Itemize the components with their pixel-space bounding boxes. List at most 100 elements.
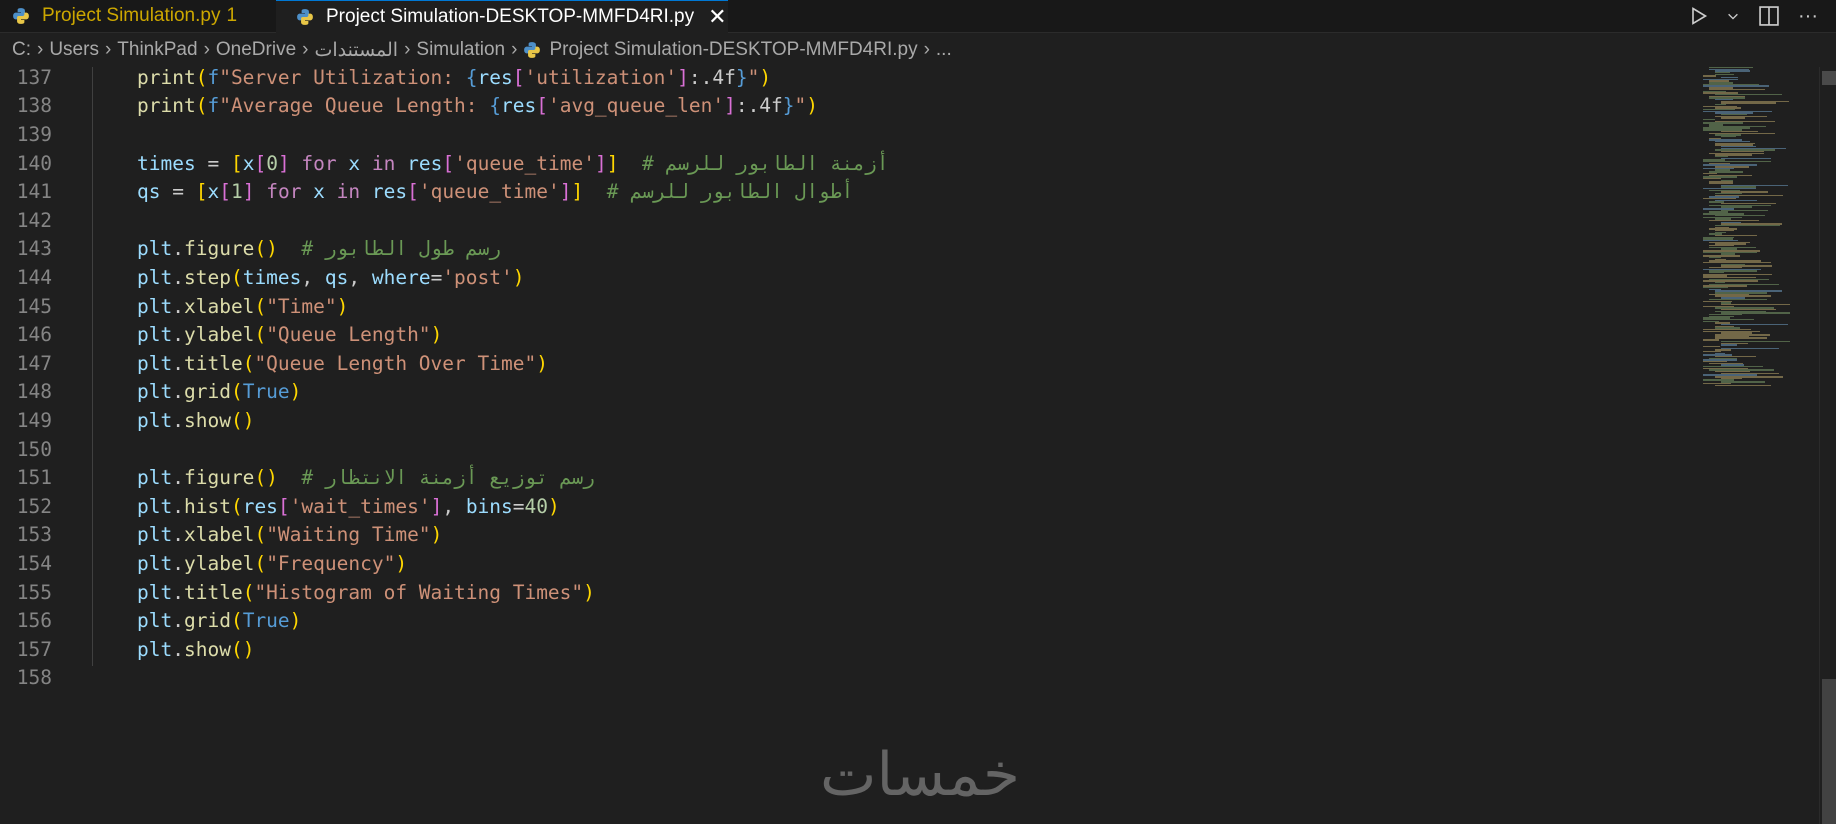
code-token: . — [172, 551, 184, 575]
code-line[interactable]: 158 — [0, 664, 1700, 693]
minimap-line — [1721, 135, 1736, 138]
code-token: title — [183, 351, 243, 375]
code-token: plt — [137, 237, 173, 261]
line-number: 149 — [16, 408, 52, 432]
code-token: 'utilization' — [524, 65, 678, 89]
code-token: plt — [137, 580, 173, 604]
line-number: 145 — [16, 294, 52, 318]
code-token: = — [160, 180, 196, 204]
code-line[interactable]: 138 print(f"Average Queue Length: {res['a… — [0, 92, 1700, 121]
code-token: ) — [512, 265, 525, 289]
code-token: 'post' — [442, 265, 513, 289]
tab-project-simulation-desktop[interactable]: Project Simulation-DESKTOP-MMFD4RI.py ✕ — [276, 0, 728, 33]
chevron-right-icon: › — [511, 39, 518, 60]
code-token: = — [195, 151, 231, 175]
code-token: "Frequency" — [266, 551, 396, 575]
code-line[interactable]: 142 — [0, 206, 1700, 235]
breadcrumb-item[interactable]: Simulation — [416, 39, 505, 61]
code-token: plt — [137, 294, 173, 318]
tab-label: Project Simulation.py — [42, 5, 221, 26]
play-icon[interactable] — [1688, 6, 1708, 26]
breadcrumb-item[interactable]: ThinkPad — [117, 39, 197, 61]
editor-actions: ··· — [1688, 0, 1836, 32]
code-line[interactable]: 140 times = [x[0] for x in res['queue_tim… — [0, 149, 1700, 178]
code-token: # أطوال الطابور للرسم — [583, 180, 854, 204]
code-token: ) — [430, 323, 443, 347]
code-token: ( — [230, 380, 243, 404]
code-line[interactable]: 144 plt.step(times, qs, where='post') — [0, 263, 1700, 292]
code-token: . — [172, 580, 184, 604]
chevron-right-icon: › — [404, 39, 411, 60]
code-token: ] — [606, 151, 619, 175]
code-token: print — [137, 65, 196, 89]
code-token: [ — [254, 151, 267, 175]
code-token: True — [242, 380, 290, 404]
line-number: 150 — [16, 437, 52, 461]
code-token: , — [301, 265, 325, 289]
code-text: print(f"Average Queue Length: {res['avg_… — [137, 94, 818, 117]
chevron-right-icon: › — [37, 39, 44, 60]
code-line[interactable]: 149 plt.show() — [0, 406, 1700, 435]
code-token: plt — [137, 609, 173, 633]
code-line[interactable]: 151 plt.figure() # رسم توزيع أزمنة الانتظ… — [0, 463, 1700, 492]
code-line[interactable]: 155 plt.title("Histogram of Waiting Times… — [0, 578, 1700, 607]
minimap[interactable] — [1703, 67, 1819, 387]
breadcrumb-item[interactable]: Users — [49, 39, 99, 61]
more-actions-icon[interactable]: ··· — [1798, 5, 1818, 28]
code-token: ( — [254, 294, 267, 318]
split-editor-icon[interactable] — [1758, 5, 1780, 27]
line-number: 146 — [16, 323, 52, 347]
breadcrumb-item[interactable]: Project Simulation-DESKTOP-MMFD4RI.py — [549, 39, 917, 61]
code-line[interactable]: 148 plt.grid(True) — [0, 378, 1700, 407]
code-line[interactable]: 141 qs = [x[1] for x in res['queue_time']… — [0, 177, 1700, 206]
close-icon[interactable]: ✕ — [708, 4, 726, 30]
code-token: plt — [137, 323, 173, 347]
watermark-logo: خمسات — [819, 740, 1021, 810]
vertical-scrollbar[interactable] — [1819, 67, 1836, 824]
line-number: 140 — [16, 151, 52, 175]
code-line[interactable]: 147 plt.title("Queue Length Over Time") — [0, 349, 1700, 378]
code-line[interactable]: 146 plt.ylabel("Queue Length") — [0, 320, 1700, 349]
code-text: plt.show() — [137, 638, 254, 661]
code-editor[interactable]: 137 print(f"Server Utilization: {res['uti… — [0, 66, 1700, 824]
code-line[interactable]: 154 plt.ylabel("Frequency") — [0, 549, 1700, 578]
minimap-line — [1715, 384, 1772, 386]
code-token: step — [183, 265, 231, 289]
code-line[interactable]: 143 plt.figure() # رسم طول الطابور — [0, 235, 1700, 264]
code-token: ) — [289, 609, 302, 633]
code-token: "Histogram of Waiting Times" — [254, 580, 584, 604]
code-line[interactable]: 156 plt.grid(True) — [0, 606, 1700, 635]
line-number: 154 — [16, 551, 52, 575]
code-line[interactable]: 145 plt.xlabel("Time") — [0, 292, 1700, 321]
code-line[interactable]: 137 print(f"Server Utilization: {res['uti… — [0, 63, 1700, 92]
line-number: 147 — [16, 351, 52, 375]
breadcrumb-item[interactable]: ... — [936, 39, 952, 61]
code-token: plt — [137, 380, 173, 404]
python-file-icon — [13, 8, 29, 24]
scrollbar-thumb[interactable] — [1822, 679, 1836, 824]
line-number: 139 — [16, 122, 52, 146]
code-token: () — [254, 237, 278, 261]
code-line[interactable]: 139 — [0, 120, 1700, 149]
code-token: "Queue Length Over Time" — [254, 351, 537, 375]
code-token: ] — [277, 151, 290, 175]
code-token: ] — [594, 151, 607, 175]
code-token: bins — [465, 494, 513, 518]
python-file-icon — [524, 42, 541, 58]
code-line[interactable]: 152 plt.hist(res['wait_times'], bins=40) — [0, 492, 1700, 521]
code-line[interactable]: 153 plt.xlabel("Waiting Time") — [0, 521, 1700, 550]
breadcrumb-item[interactable]: المستندات — [314, 39, 398, 62]
tab-project-simulation[interactable]: Project Simulation.py 1 — [0, 0, 274, 32]
code-token: ) — [430, 523, 443, 547]
code-text: qs = [x[1] for x in res['queue_time']] #… — [137, 180, 853, 203]
tab-label: Project Simulation-DESKTOP-MMFD4RI.py — [326, 6, 695, 27]
chevron-down-icon[interactable] — [1726, 9, 1740, 23]
code-line[interactable]: 150 — [0, 435, 1700, 464]
breadcrumb-item[interactable]: OneDrive — [216, 39, 296, 61]
breadcrumb-item[interactable]: C: — [12, 39, 31, 61]
code-line[interactable]: 157 plt.show() — [0, 635, 1700, 664]
code-text: plt.grid(True) — [137, 609, 301, 632]
code-text: plt.show() — [137, 409, 254, 432]
code-token: :.4f — [688, 65, 736, 89]
code-text: times = [x[0] for x in res['queue_time']… — [137, 152, 889, 175]
